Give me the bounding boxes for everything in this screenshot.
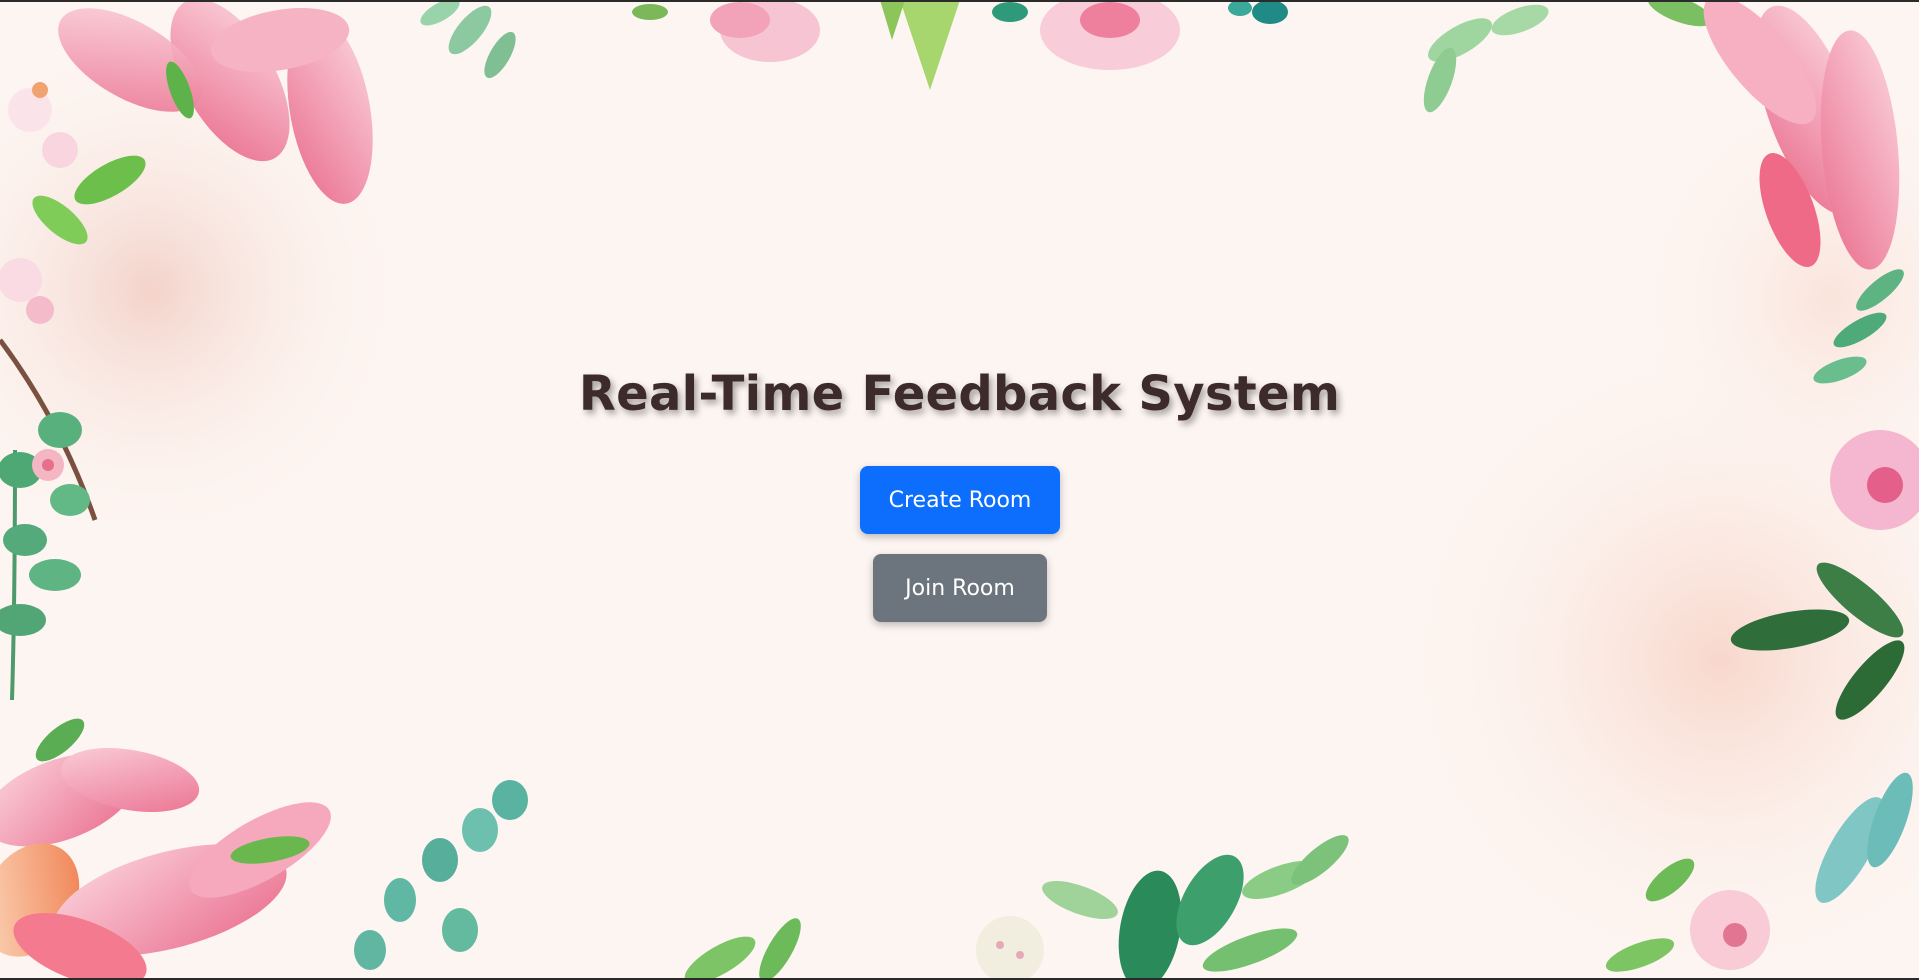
- join-room-button[interactable]: Join Room: [873, 554, 1047, 622]
- create-room-button[interactable]: Create Room: [860, 466, 1060, 534]
- main-content: Real-Time Feedback System Create Room Jo…: [0, 0, 1919, 980]
- page-title: Real-Time Feedback System: [578, 366, 1341, 422]
